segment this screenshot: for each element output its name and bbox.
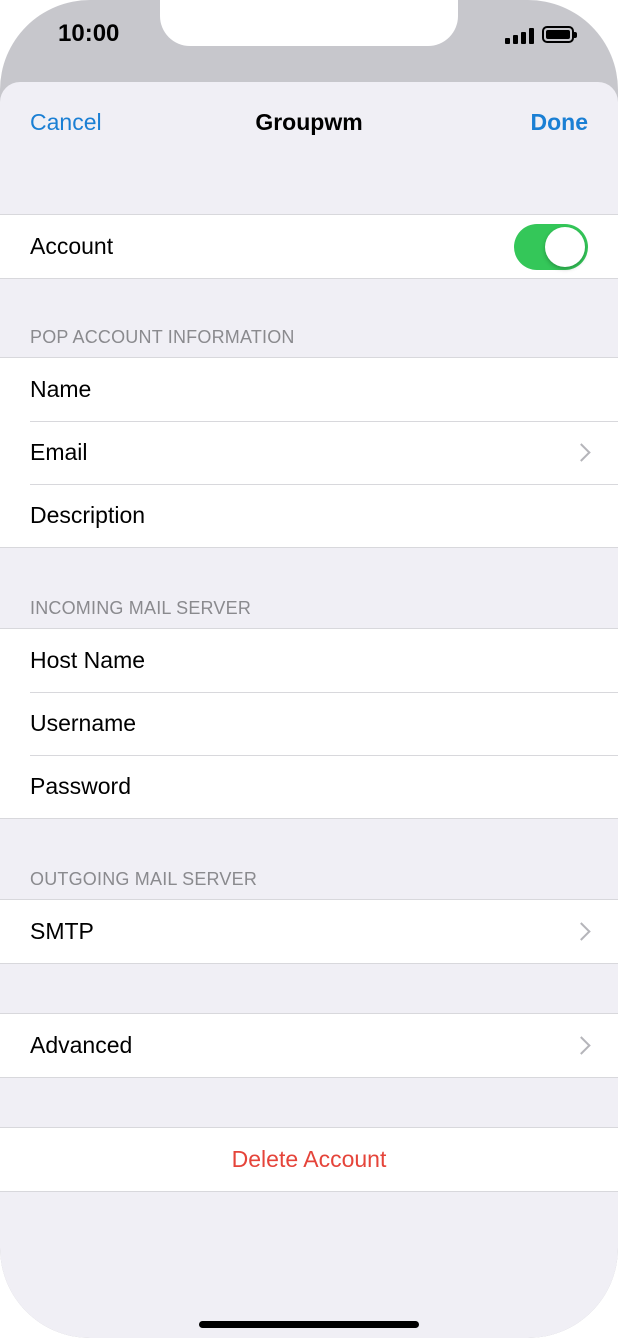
advanced-group: Advanced [0, 1013, 618, 1078]
phone-screen: 10:00 Cancel Groupwm Done Account POP AC… [0, 0, 618, 1338]
outgoing-server-group: SMTP [0, 899, 618, 964]
status-time: 10:00 [58, 20, 120, 47]
account-group: Account [0, 214, 618, 279]
toggle-knob [545, 226, 585, 267]
password-row[interactable]: Password [0, 755, 618, 818]
description-label: Description [30, 502, 146, 528]
incoming-section-header: INCOMING MAIL SERVER [30, 598, 252, 618]
chevron-right-icon [572, 921, 591, 941]
delete-group: Delete Account [0, 1127, 618, 1192]
email-row[interactable]: Email [0, 421, 618, 484]
description-row[interactable]: Description [0, 484, 618, 547]
outgoing-section-header: OUTGOING MAIL SERVER [30, 869, 258, 889]
username-label: Username [30, 710, 137, 736]
username-row[interactable]: Username [0, 692, 618, 755]
pop-section-header: POP ACCOUNT INFORMATION [30, 327, 295, 347]
incoming-server-group: Host Name Username Password [0, 628, 618, 819]
pop-account-group: Name Email Description [0, 357, 618, 548]
chevron-right-icon [572, 1035, 591, 1055]
smtp-label: SMTP [30, 918, 94, 944]
signal-icon [505, 28, 535, 44]
nav-bar: Cancel Groupwm Done [0, 82, 618, 164]
email-label: Email [30, 439, 88, 465]
name-row[interactable]: Name [0, 358, 618, 421]
host-name-label: Host Name [30, 647, 146, 673]
home-indicator[interactable] [199, 1321, 419, 1328]
notch [160, 0, 458, 46]
advanced-row[interactable]: Advanced [0, 1014, 618, 1077]
host-name-row[interactable]: Host Name [0, 629, 618, 692]
account-row: Account [0, 215, 618, 278]
password-label: Password [30, 773, 131, 799]
account-toggle[interactable] [514, 223, 588, 270]
name-label: Name [30, 376, 92, 402]
done-button[interactable]: Done [531, 109, 589, 136]
battery-icon [542, 26, 577, 43]
advanced-label: Advanced [30, 1032, 133, 1058]
chevron-right-icon [572, 442, 591, 462]
page-title: Groupwm [255, 109, 363, 135]
smtp-row[interactable]: SMTP [0, 900, 618, 963]
delete-account-button[interactable]: Delete Account [0, 1128, 618, 1191]
account-settings-sheet: Cancel Groupwm Done Account POP ACCOUNT … [0, 82, 618, 1338]
account-label: Account [30, 233, 114, 259]
